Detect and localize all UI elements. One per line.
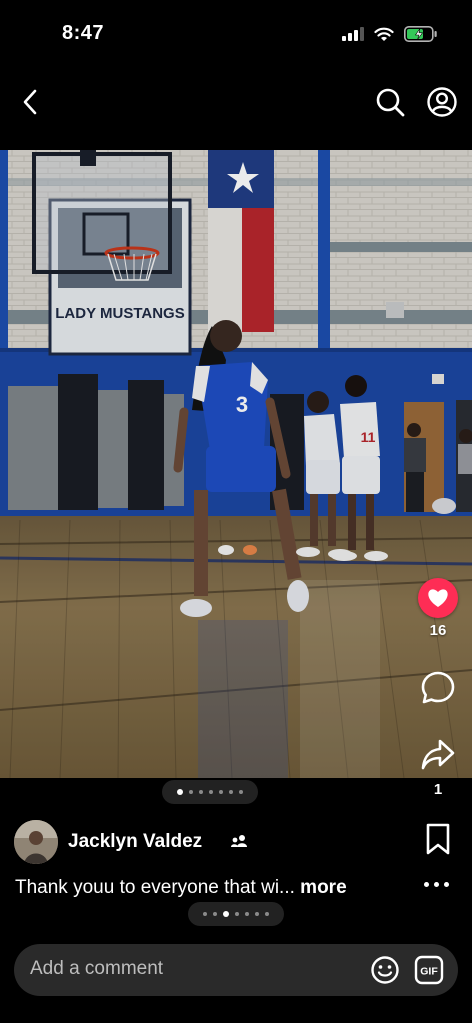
cellular-signal-icon xyxy=(342,27,364,41)
more-options-button[interactable] xyxy=(424,882,449,887)
like-button[interactable]: 16 xyxy=(416,578,460,639)
dot xyxy=(424,882,429,887)
carousel-dot xyxy=(203,912,207,916)
share-button[interactable]: 1 xyxy=(416,738,460,798)
comment-bar: Add a comment GIF xyxy=(14,944,458,996)
comment-input[interactable]: Add a comment xyxy=(30,958,163,980)
basketball-gym-image: LADY MUSTANGS 3 11 xyxy=(0,150,472,778)
top-nav xyxy=(0,80,472,126)
dot xyxy=(434,882,439,887)
comment-button[interactable] xyxy=(416,670,460,711)
carousel-dot-active xyxy=(177,789,183,795)
avatar[interactable] xyxy=(14,820,58,864)
carousel-dot xyxy=(213,912,217,916)
carousel-dot xyxy=(255,912,259,916)
comment-bubble-icon xyxy=(421,671,455,704)
author-row: Jacklyn Valdez xyxy=(14,820,458,864)
status-icons xyxy=(342,26,438,42)
heart-icon xyxy=(428,589,448,607)
like-circle xyxy=(418,578,458,618)
friends-icon xyxy=(231,835,247,847)
emoji-icon xyxy=(371,956,399,984)
avatar-image xyxy=(14,820,58,864)
bookmark-button[interactable] xyxy=(424,822,452,856)
carousel-dot xyxy=(219,790,223,794)
post-photo[interactable]: LADY MUSTANGS 3 11 xyxy=(0,150,472,778)
author-name[interactable]: Jacklyn Valdez xyxy=(68,831,202,853)
gif-button[interactable]: GIF xyxy=(414,955,444,985)
caption-carousel-indicator xyxy=(188,902,284,926)
status-time: 8:47 xyxy=(62,22,105,44)
profile-icon xyxy=(427,87,457,117)
photo-carousel-indicator xyxy=(162,780,258,804)
emoji-button[interactable] xyxy=(370,955,400,985)
carousel-dot xyxy=(245,912,249,916)
share-arrow-icon xyxy=(421,739,455,770)
profile-button[interactable] xyxy=(426,86,458,118)
carousel-dot-active xyxy=(223,911,229,917)
status-bar: 8:47 xyxy=(0,0,472,64)
caption-text: Thank youu to everyone that wi... xyxy=(15,877,295,898)
back-arrow-icon xyxy=(23,89,37,115)
wifi-icon xyxy=(374,27,394,41)
carousel-dot xyxy=(265,912,269,916)
carousel-dot xyxy=(209,790,213,794)
share-count: 1 xyxy=(433,781,443,798)
like-count: 16 xyxy=(429,622,447,639)
search-button[interactable] xyxy=(374,86,406,118)
svg-text:GIF: GIF xyxy=(420,966,438,978)
carousel-dot xyxy=(199,790,203,794)
more-link[interactable]: more xyxy=(300,877,346,898)
bookmark-icon xyxy=(426,823,450,855)
carousel-dot xyxy=(189,790,193,794)
carousel-dot xyxy=(229,790,233,794)
caption[interactable]: Thank youu to everyone that wi... more xyxy=(15,877,347,899)
back-button[interactable] xyxy=(14,86,46,118)
search-icon xyxy=(376,88,405,117)
carousel-dot xyxy=(239,790,243,794)
dot xyxy=(444,882,449,887)
gif-icon: GIF xyxy=(414,955,444,985)
battery-charging-icon xyxy=(404,26,437,42)
carousel-dot xyxy=(235,912,239,916)
